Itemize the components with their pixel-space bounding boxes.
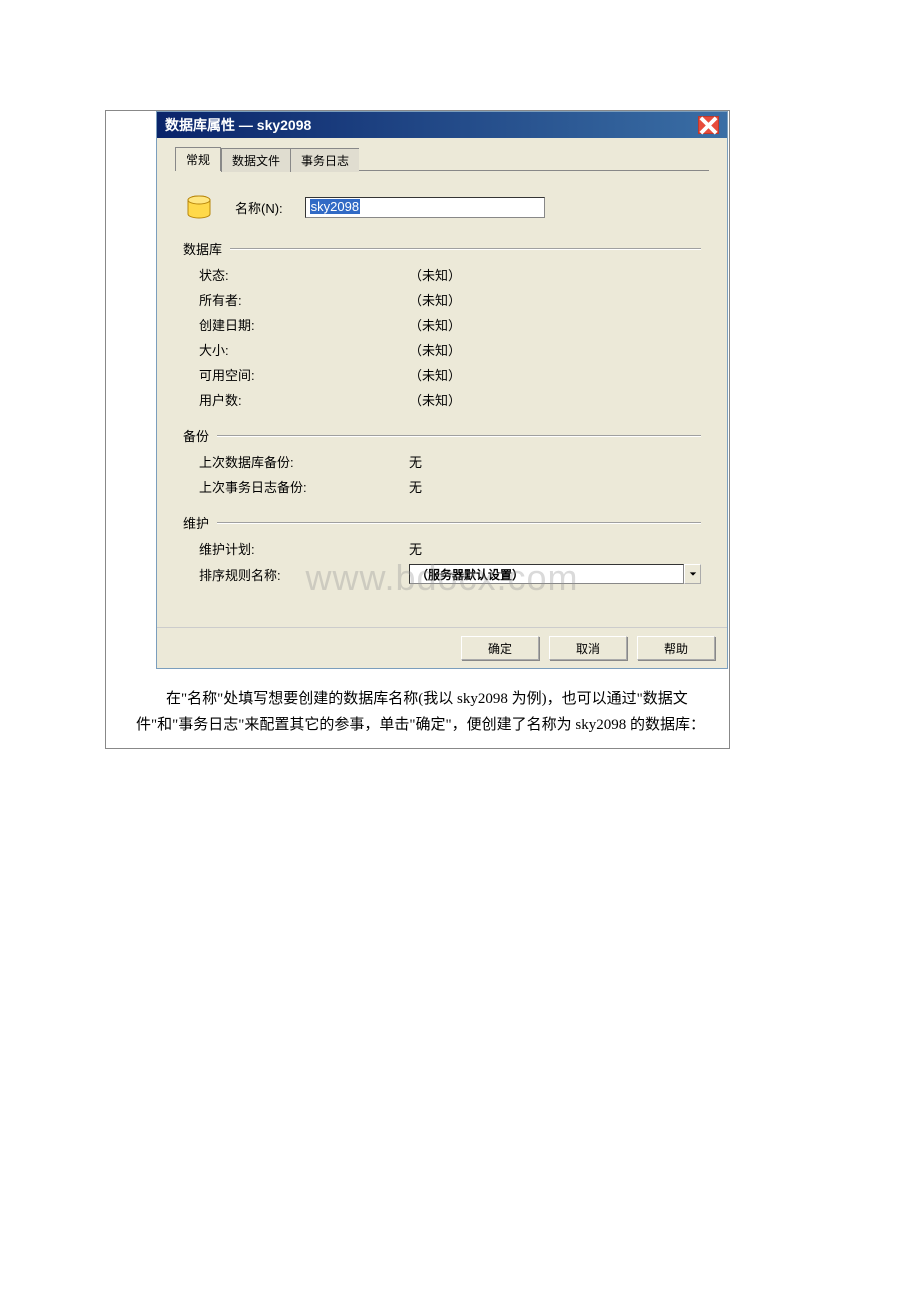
size-label: 大小: (199, 340, 409, 359)
created-value: （未知） (409, 315, 701, 334)
close-icon[interactable] (698, 116, 719, 134)
row-collation: 排序规则名称: （服务器默认设置） (183, 561, 701, 587)
size-value: （未知） (409, 340, 701, 359)
owner-value: （未知） (409, 290, 701, 309)
row-lastlog: 上次事务日志备份: 无 (183, 474, 701, 499)
row-free: 可用空间: （未知） (183, 362, 701, 387)
dialog-body: 常规 数据文件 事务日志 名称(N): sky2098 (157, 138, 727, 627)
cancel-button[interactable]: 取消 (549, 636, 627, 660)
lastdb-label: 上次数据库备份: (199, 452, 409, 471)
divider (230, 248, 701, 250)
lastlog-value: 无 (409, 477, 701, 496)
plan-value: 无 (409, 539, 701, 558)
group-database: 数据库 状态: （未知） 所有者: （未知） 创建日期: （未知） (183, 235, 701, 412)
tab-strip: 常规 数据文件 事务日志 (175, 146, 709, 171)
lastdb-value: 无 (409, 452, 701, 471)
name-input[interactable]: sky2098 (305, 197, 545, 218)
group-backup-legend: 备份 (183, 426, 217, 445)
database-properties-dialog: 数据库属性 — sky2098 常规 数据文件 事务日志 (156, 111, 728, 669)
page-container: 数据库属性 — sky2098 常规 数据文件 事务日志 (105, 110, 730, 749)
plan-label: 维护计划: (199, 539, 409, 558)
database-icon (183, 191, 215, 223)
row-plan: 维护计划: 无 (183, 536, 701, 561)
status-value: （未知） (409, 265, 701, 284)
row-owner: 所有者: （未知） (183, 287, 701, 312)
group-backup: 备份 上次数据库备份: 无 上次事务日志备份: 无 (183, 422, 701, 499)
divider (217, 435, 701, 437)
group-database-legend: 数据库 (183, 239, 230, 258)
collation-value: （服务器默认设置） (409, 564, 684, 584)
tab-txlog[interactable]: 事务日志 (290, 148, 359, 172)
dialog-buttons: 确定 取消 帮助 (157, 627, 727, 668)
tab-panel-general: 名称(N): sky2098 数据库 状态: （未知） (169, 181, 715, 617)
status-label: 状态: (199, 265, 409, 284)
help-button[interactable]: 帮助 (637, 636, 715, 660)
name-row: 名称(N): sky2098 (183, 191, 701, 223)
row-lastdb: 上次数据库备份: 无 (183, 449, 701, 474)
name-label: 名称(N): (235, 198, 283, 217)
users-label: 用户数: (199, 390, 409, 409)
row-size: 大小: （未知） (183, 337, 701, 362)
group-maint-legend: 维护 (183, 513, 217, 532)
row-users: 用户数: （未知） (183, 387, 701, 412)
free-value: （未知） (409, 365, 701, 384)
divider (217, 522, 701, 524)
ok-button[interactable]: 确定 (461, 636, 539, 660)
created-label: 创建日期: (199, 315, 409, 334)
chevron-down-icon[interactable] (684, 564, 701, 584)
tab-datafile[interactable]: 数据文件 (221, 148, 290, 172)
description-text: 在"名称"处填写想要创建的数据库名称(我以 sky2098 为例)，也可以通过"… (106, 669, 729, 748)
name-input-value: sky2098 (310, 199, 360, 214)
collation-label: 排序规则名称: (199, 565, 409, 584)
free-label: 可用空间: (199, 365, 409, 384)
titlebar-text: 数据库属性 — sky2098 (165, 115, 311, 135)
group-maint: 维护 维护计划: 无 排序规则名称: （服务器默认设置） (183, 509, 701, 587)
titlebar: 数据库属性 — sky2098 (157, 112, 727, 138)
row-status: 状态: （未知） (183, 262, 701, 287)
collation-dropdown[interactable]: （服务器默认设置） (409, 564, 701, 584)
row-created: 创建日期: （未知） (183, 312, 701, 337)
users-value: （未知） (409, 390, 701, 409)
tab-general[interactable]: 常规 (175, 147, 221, 171)
lastlog-label: 上次事务日志备份: (199, 477, 409, 496)
owner-label: 所有者: (199, 290, 409, 309)
